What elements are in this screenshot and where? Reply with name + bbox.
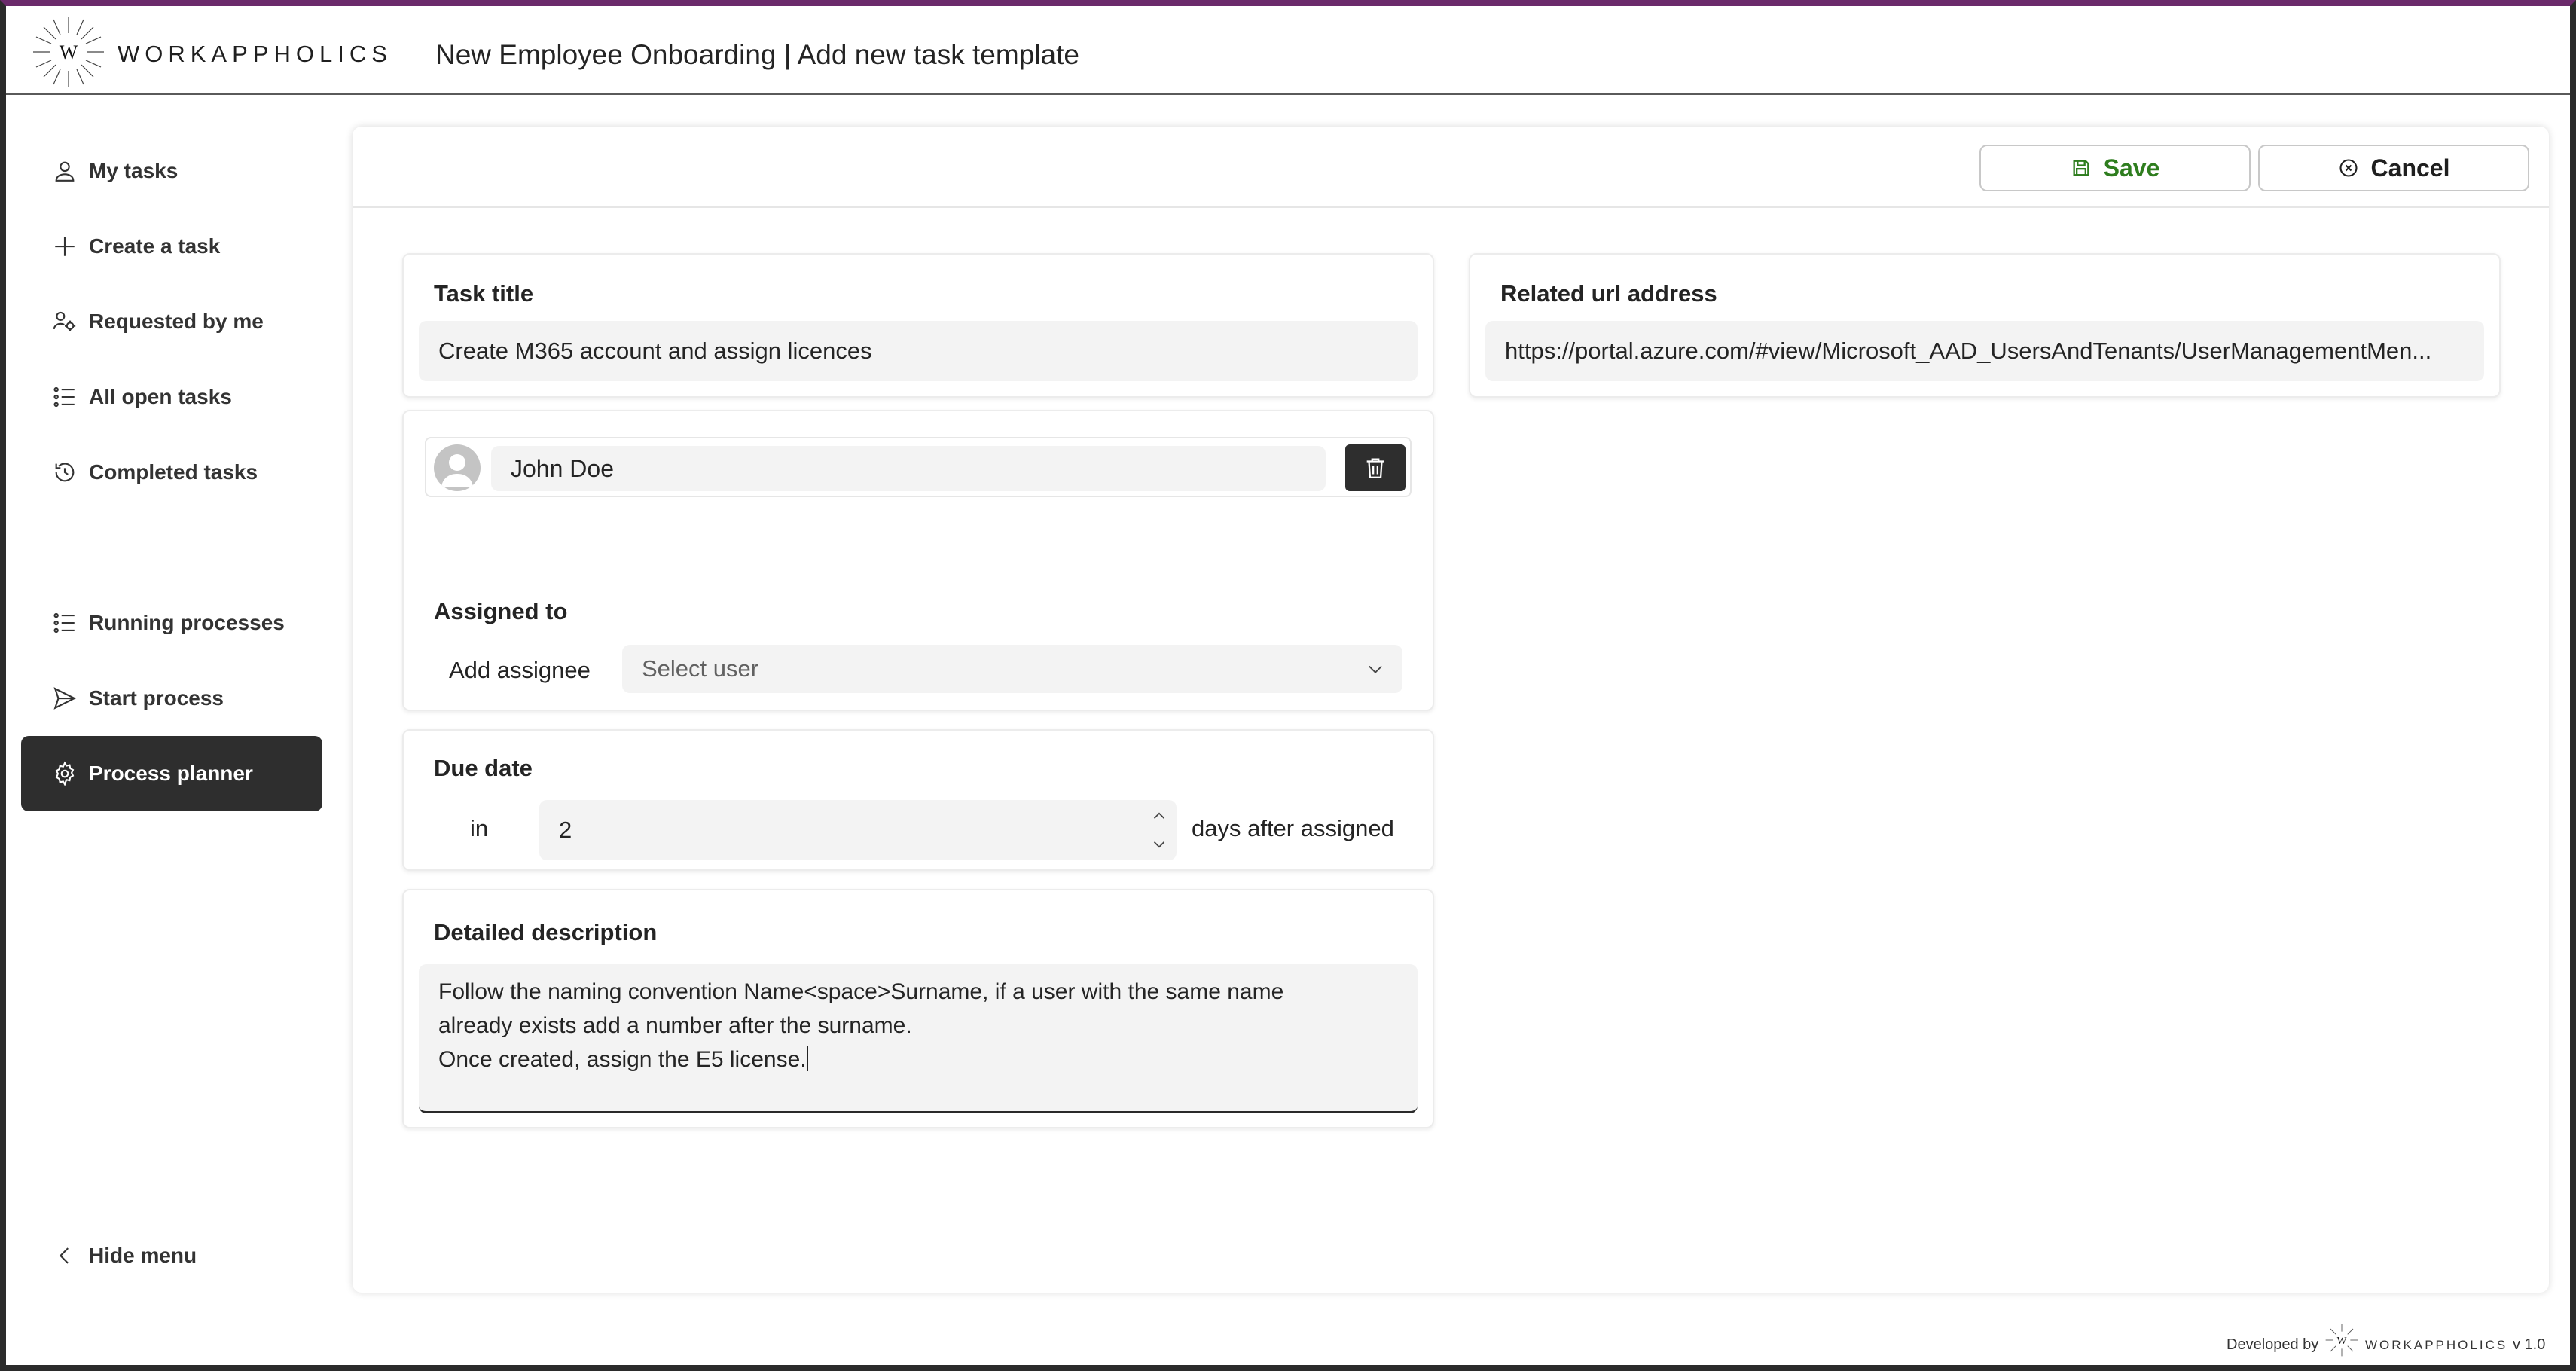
- people-settings-icon: [51, 308, 78, 335]
- version-label: v 1.0: [2513, 1336, 2546, 1353]
- cancel-label: Cancel: [2370, 154, 2450, 182]
- sidebar-item-label: Create a task: [89, 234, 221, 258]
- add-assignee-label: Add assignee: [449, 657, 591, 683]
- app-page: W WORKAPPHOLICS New Employee Onboarding …: [6, 6, 2570, 1365]
- workappholics-logo-icon: W: [33, 17, 104, 87]
- cancel-button[interactable]: Cancel: [2258, 145, 2529, 191]
- developed-by-label: Developed by: [2227, 1336, 2319, 1353]
- person-icon: [51, 157, 78, 185]
- select-user-dropdown[interactable]: Select user: [622, 645, 1402, 693]
- sidebar-item-my-tasks[interactable]: My tasks: [21, 133, 322, 209]
- select-user-placeholder: Select user: [642, 655, 759, 682]
- sidebar-item-label: Start process: [89, 686, 224, 710]
- sidebar-item-process-planner[interactable]: Process planner: [21, 736, 322, 811]
- person-avatar-icon: [441, 454, 473, 487]
- task-title-input[interactable]: Create M365 account and assign licences: [419, 321, 1418, 381]
- avatar: [434, 444, 481, 491]
- assignee-name-field: John Doe: [491, 446, 1326, 491]
- sidebar-item-label: My tasks: [89, 159, 179, 182]
- description-card: Detailed description Follow the naming c…: [402, 889, 1434, 1128]
- save-button[interactable]: Save: [1979, 145, 2251, 191]
- svg-text:W: W: [2337, 1335, 2347, 1346]
- sidebar-item-all-open-tasks[interactable]: All open tasks: [21, 359, 322, 435]
- description-text: Follow the naming convention Name<space>…: [438, 979, 1284, 1072]
- text-caret: [806, 1046, 808, 1071]
- assignee-row: John Doe: [425, 437, 1412, 497]
- due-days-value: 2: [559, 817, 572, 843]
- sidebar-item-completed-tasks[interactable]: Completed tasks: [21, 435, 322, 510]
- toolbar: Save Cancel: [353, 127, 2549, 208]
- send-icon: [51, 685, 78, 712]
- hide-menu-label: Hide menu: [89, 1244, 197, 1267]
- chevron-down-icon[interactable]: [1149, 835, 1169, 854]
- sidebar-item-running-processes[interactable]: Running processes: [21, 585, 322, 661]
- brand-name: WORKAPPHOLICS: [118, 41, 392, 67]
- dismiss-circle-icon: [2338, 157, 2359, 179]
- page-title: New Employee Onboarding | Add new task t…: [435, 39, 1079, 70]
- workappholics-logo-icon: W: [2325, 1324, 2358, 1357]
- sidebar-item-label: Requested by me: [89, 310, 264, 333]
- sidebar-item-requested-by-me[interactable]: Requested by me: [21, 284, 322, 359]
- chevron-up-icon[interactable]: [1149, 806, 1169, 826]
- due-date-card: Due date in 2 days after assigned: [402, 729, 1434, 871]
- description-label: Detailed description: [434, 919, 658, 945]
- assigned-to-card: John Doe Assigned to Add assignee Select…: [402, 410, 1434, 711]
- due-date-label: Due date: [434, 755, 533, 781]
- related-url-input[interactable]: https://portal.azure.com/#view/Microsoft…: [1485, 321, 2484, 381]
- task-title-card: Task title Create M365 account and assig…: [402, 253, 1434, 398]
- history-icon: [51, 459, 78, 486]
- related-url-label: Related url address: [1500, 280, 1717, 307]
- chevron-down-icon: [1369, 665, 1382, 673]
- delete-assignee-button[interactable]: [1345, 444, 1406, 491]
- chevron-left-icon: [51, 1242, 78, 1269]
- sidebar-item-label: Running processes: [89, 611, 285, 634]
- save-label: Save: [2103, 154, 2160, 182]
- description-textarea[interactable]: Follow the naming convention Name<space>…: [419, 964, 1418, 1113]
- related-url-card: Related url address https://portal.azure…: [1469, 253, 2501, 398]
- task-title-label: Task title: [434, 280, 534, 307]
- sidebar-item-create-task[interactable]: Create a task: [21, 209, 322, 284]
- save-icon: [2071, 157, 2092, 179]
- plus-icon: [51, 233, 78, 260]
- sidebar-item-label: Completed tasks: [89, 460, 258, 484]
- list-icon: [51, 609, 78, 637]
- due-days-stepper[interactable]: 2: [539, 800, 1177, 860]
- sidebar-item-label: Process planner: [89, 762, 253, 785]
- hide-menu-button[interactable]: Hide menu: [21, 1218, 322, 1293]
- assigned-to-label: Assigned to: [434, 598, 568, 624]
- trash-icon: [1366, 458, 1384, 478]
- app-header: W WORKAPPHOLICS New Employee Onboarding …: [6, 6, 2570, 95]
- gear-icon: [51, 760, 78, 787]
- footer-brand-name: WORKAPPHOLICS: [2365, 1338, 2508, 1352]
- sidebar-item-start-process[interactable]: Start process: [21, 661, 322, 736]
- due-suffix-label: days after assigned: [1192, 815, 1394, 841]
- sidebar-item-label: All open tasks: [89, 385, 232, 408]
- main-panel: Save Cancel Task title Create M365 accou…: [353, 127, 2549, 1293]
- svg-text:W: W: [60, 41, 78, 63]
- due-in-label: in: [470, 815, 489, 841]
- list-icon: [51, 383, 78, 411]
- sidebar: My tasks Create a task Requested by me A…: [6, 97, 345, 1365]
